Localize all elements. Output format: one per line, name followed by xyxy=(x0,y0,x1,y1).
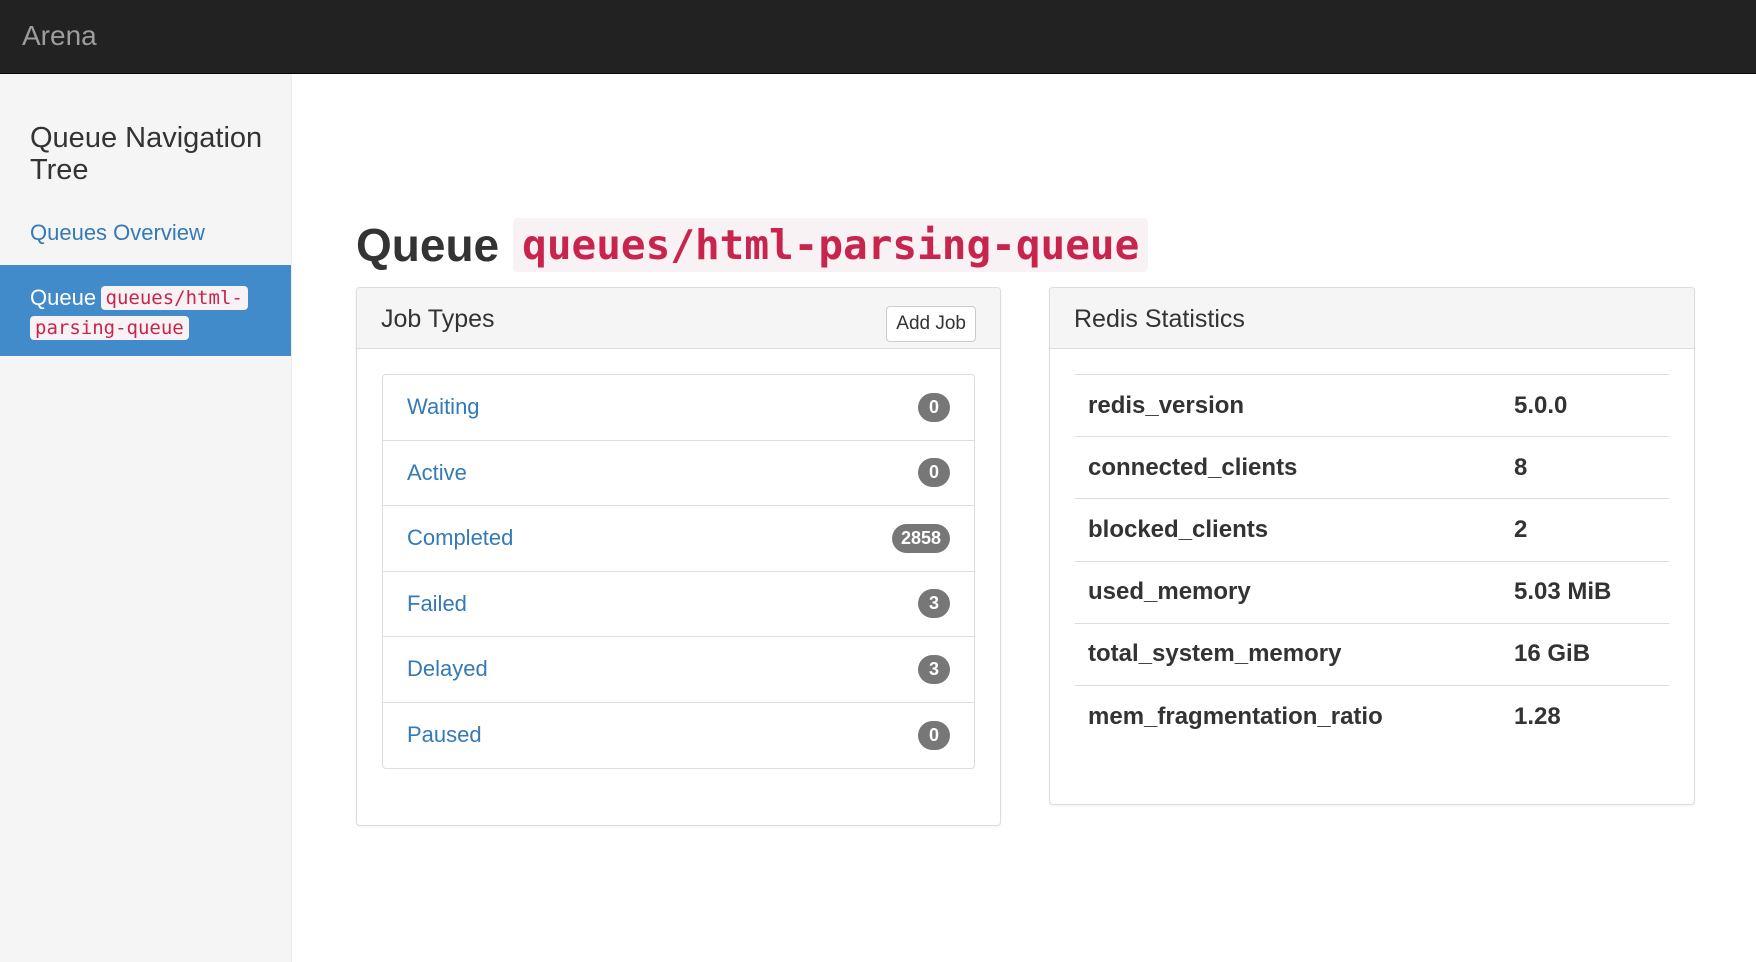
job-type-waiting: Waiting 0 xyxy=(383,375,974,441)
sidebar-queue-name-part1: queues/html- xyxy=(100,286,248,310)
job-type-active: Active 0 xyxy=(383,441,974,506)
stat-value: 5.0.0 xyxy=(1501,373,1669,437)
redis-statistics-title: Redis Statistics xyxy=(1074,305,1245,333)
job-type-link[interactable]: Waiting xyxy=(407,392,480,422)
add-job-button[interactable]: Add Job xyxy=(886,306,976,342)
job-types-panel-heading: Job Types Add Job xyxy=(357,288,1000,349)
redis-statistics-panel: Redis Statistics redis_version 5.0.0 con… xyxy=(1049,287,1695,805)
job-type-link[interactable]: Completed xyxy=(407,523,513,553)
sidebar-item-active-queue[interactable]: Queue queues/html- parsing-queue xyxy=(0,265,291,356)
job-type-link[interactable]: Active xyxy=(407,458,467,488)
sidebar-item-prefix: Queue xyxy=(30,285,97,310)
page-title-queue-name: queues/html-parsing-queue xyxy=(513,218,1149,272)
job-type-completed: Completed 2858 xyxy=(383,506,974,572)
stat-value: 5.03 MiB xyxy=(1501,560,1669,624)
sidebar-active-line2: parsing-queue xyxy=(30,313,261,343)
stat-key: total_system_memory xyxy=(1075,622,1501,686)
sidebar-active-line1: Queue queues/html- xyxy=(30,283,261,313)
page-title: Queue queues/html-parsing-queue xyxy=(356,217,1149,273)
job-count-badge: 3 xyxy=(918,654,950,684)
job-count-badge: 0 xyxy=(918,392,950,422)
job-types-list: Waiting 0 Active 0 Completed 2858 Failed… xyxy=(382,374,975,769)
table-row: mem_fragmentation_ratio 1.28 xyxy=(1075,684,1669,748)
job-type-paused: Paused 0 xyxy=(383,703,974,769)
stat-value: 8 xyxy=(1501,436,1669,499)
stat-key: redis_version xyxy=(1075,373,1501,437)
stat-key: blocked_clients xyxy=(1075,498,1501,562)
page-title-label: Queue xyxy=(356,219,500,271)
table-row: total_system_memory 16 GiB xyxy=(1075,622,1669,686)
stat-value: 16 GiB xyxy=(1501,622,1669,686)
sidebar: Queue Navigation Tree Queues Overview Qu… xyxy=(0,74,292,962)
job-count-badge: 2858 xyxy=(891,523,950,553)
stat-key: connected_clients xyxy=(1075,436,1501,499)
job-type-link[interactable]: Paused xyxy=(407,720,482,750)
redis-statistics-panel-heading: Redis Statistics xyxy=(1050,288,1694,349)
job-types-title: Job Types xyxy=(381,305,495,333)
stat-key: mem_fragmentation_ratio xyxy=(1075,684,1501,748)
job-type-failed: Failed 3 xyxy=(383,572,974,637)
job-count-badge: 0 xyxy=(918,458,950,488)
table-row: blocked_clients 2 xyxy=(1075,498,1669,562)
job-type-link[interactable]: Failed xyxy=(407,589,467,619)
redis-statistics-table: redis_version 5.0.0 connected_clients 8 … xyxy=(1075,373,1669,748)
job-types-panel: Job Types Add Job Waiting 0 Active 0 Com… xyxy=(356,287,1001,826)
brand-link[interactable]: Arena xyxy=(22,18,97,54)
sidebar-title: Queue Navigation Tree xyxy=(30,122,263,186)
table-row: redis_version 5.0.0 xyxy=(1075,373,1669,437)
table-row: used_memory 5.03 MiB xyxy=(1075,560,1669,624)
job-count-badge: 3 xyxy=(918,589,950,619)
stat-key: used_memory xyxy=(1075,560,1501,624)
job-count-badge: 0 xyxy=(918,720,950,750)
job-type-delayed: Delayed 3 xyxy=(383,637,974,703)
stat-value: 2 xyxy=(1501,498,1669,562)
table-row: connected_clients 8 xyxy=(1075,436,1669,499)
job-type-link[interactable]: Delayed xyxy=(407,654,488,684)
sidebar-queue-name-part2: parsing-queue xyxy=(30,316,189,340)
stat-value: 1.28 xyxy=(1501,684,1669,748)
queues-overview-link[interactable]: Queues Overview xyxy=(30,218,205,248)
top-navbar: Arena xyxy=(0,0,1756,74)
